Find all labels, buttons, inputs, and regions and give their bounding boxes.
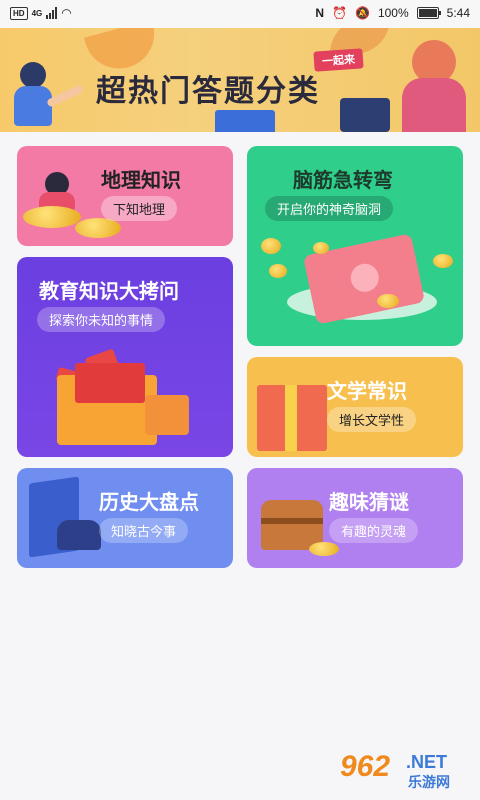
alarm-icon: ⏰ xyxy=(332,6,347,20)
watermark-number: 962 xyxy=(340,750,391,783)
watermark-site: 乐游网 xyxy=(408,775,450,791)
battery-icon xyxy=(416,7,441,19)
watermark-domain: .NET xyxy=(406,752,448,772)
coin-stack-icon xyxy=(23,206,81,228)
treasure-chest-icon xyxy=(261,500,323,550)
wifi-icon: ◠ xyxy=(61,6,72,20)
gift-box-icon xyxy=(257,385,327,451)
category-card-literature[interactable]: 文学常识 增长文学性 xyxy=(247,357,463,457)
header-banner: 一起来 超热门答题分类 xyxy=(0,28,480,132)
status-bar: HD 4G ◠ N ⏰ 🔕 100% 5:44 xyxy=(0,0,480,28)
category-subtitle: 开启你的神奇脑洞 xyxy=(265,196,394,221)
category-card-riddles[interactable]: 趣味猜谜 有趣的灵魂 xyxy=(247,468,463,568)
coin-icon xyxy=(269,264,287,278)
category-subtitle: 探索你未知的事情 xyxy=(37,307,166,332)
book-illustration xyxy=(215,110,275,132)
network-type: 4G xyxy=(31,8,43,18)
coin-icon xyxy=(261,238,281,254)
category-card-brain-teaser[interactable]: 脑筋急转弯 开启你的神奇脑洞 xyxy=(247,146,463,346)
category-subtitle: 有趣的灵魂 xyxy=(329,518,419,543)
category-title: 历史大盘点 xyxy=(99,490,199,514)
reader-illustration xyxy=(57,520,101,550)
category-subtitle: 知晓古今事 xyxy=(99,518,189,543)
category-title: 地理知识 xyxy=(101,168,181,192)
category-title: 趣味猜谜 xyxy=(329,490,409,514)
laptop-illustration xyxy=(340,98,390,132)
coin-icon xyxy=(433,254,453,268)
signal-icon xyxy=(46,7,58,19)
banner-illustration-right xyxy=(392,38,472,132)
coin-icon xyxy=(313,242,329,254)
coin-icon xyxy=(377,294,399,308)
nfc-icon: N xyxy=(315,6,325,20)
hd-indicator: HD xyxy=(10,6,28,20)
battery-percent: 100% xyxy=(377,6,409,20)
gift-box-icon xyxy=(145,395,189,435)
category-subtitle: 下知地理 xyxy=(101,196,178,221)
category-card-history[interactable]: 历史大盘点 知晓古今事 xyxy=(17,468,233,568)
coin-icon xyxy=(75,218,121,238)
coin-icon xyxy=(309,542,339,556)
mute-icon: 🔕 xyxy=(354,6,370,20)
banner-title: 超热门答题分类 xyxy=(96,74,320,109)
clock: 5:44 xyxy=(446,6,470,20)
category-card-education[interactable]: 教育知识大拷问 探索你未知的事情 xyxy=(17,257,233,457)
red-envelope-icon xyxy=(75,363,145,403)
category-subtitle: 增长文学性 xyxy=(327,407,417,432)
category-title: 文学常识 xyxy=(327,379,407,403)
watermark-logo: 962 .NET 乐游网 xyxy=(340,750,470,792)
banner-illustration-left xyxy=(6,58,84,132)
banner-tag: 一起来 xyxy=(313,48,364,72)
category-title: 教育知识大拷问 xyxy=(39,279,179,303)
category-title: 脑筋急转弯 xyxy=(293,168,393,192)
category-card-geography[interactable]: 地理知识 下知地理 xyxy=(17,146,233,246)
